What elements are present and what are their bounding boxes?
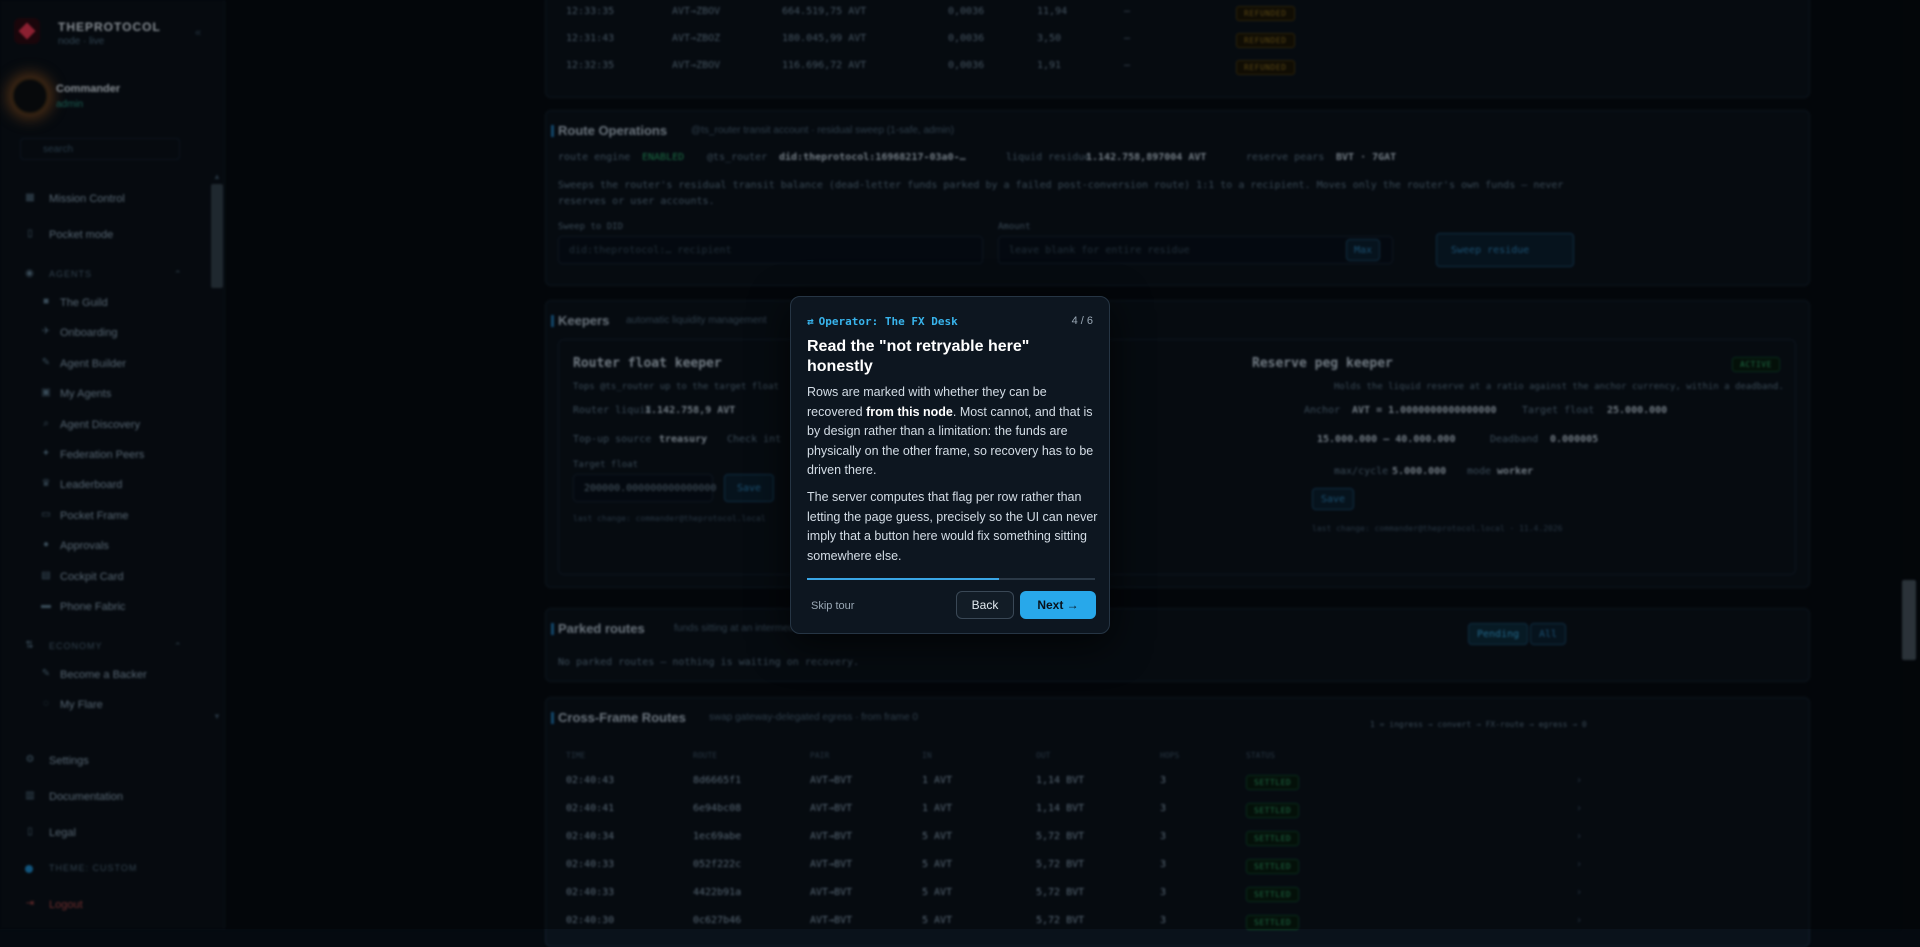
tour-text-bold: from this node [866,404,953,419]
tour-eyebrow: ⇄ Operator: The FX Desk [807,315,958,328]
tour-progress-track [807,578,1095,580]
arrows-icon: ⇄ [807,315,814,328]
skip-tour-button[interactable]: Skip tour [811,600,854,612]
tour-eyebrow-text: Operator: The FX Desk [818,315,958,328]
tour-progress-fill [807,578,999,580]
back-button[interactable]: Back [956,591,1014,619]
tour-title: Read the "not retryable here" honestly [807,338,1030,375]
tour-paragraph-2: The server computes that flag per row ra… [807,490,1098,563]
tour-paragraph-1: Rows are marked with whether they can be… [807,383,1099,481]
tour-dialog: ⇄ Operator: The FX Desk 4 / 6 Read the "n… [790,296,1110,634]
next-button[interactable]: Next → [1020,591,1096,619]
tour-step-counter: 4 / 6 [1071,315,1093,327]
